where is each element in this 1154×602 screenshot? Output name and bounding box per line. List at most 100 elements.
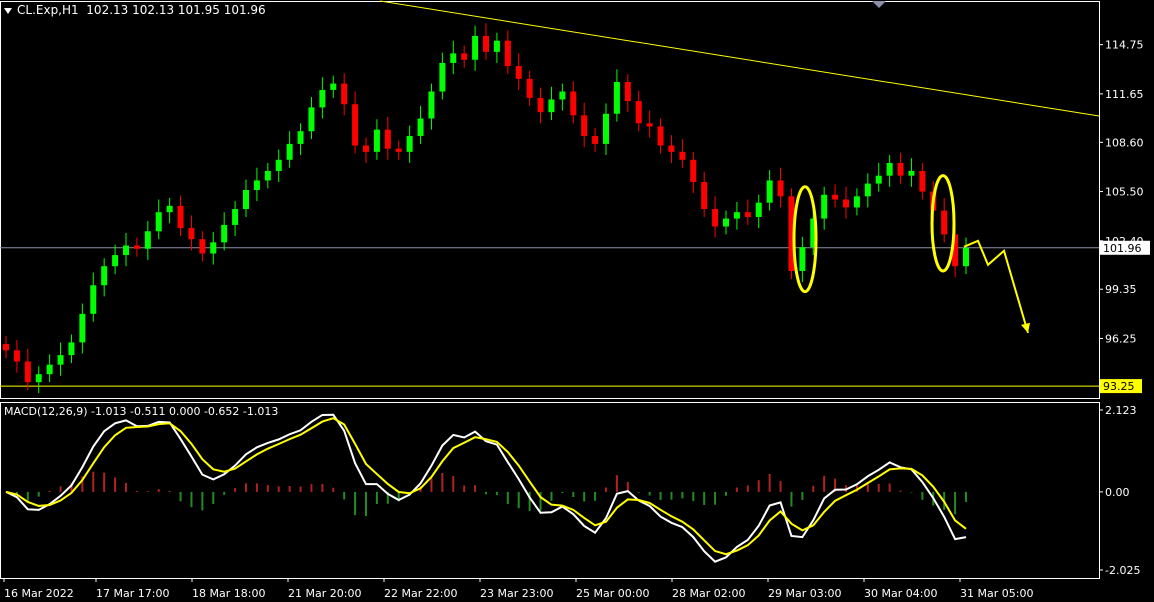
bull-candle — [417, 118, 424, 136]
bull-candle — [766, 180, 773, 203]
bear-candle — [188, 228, 195, 240]
price-tick-label: 108.60 — [1105, 136, 1144, 149]
bull-candle — [79, 313, 86, 343]
bear-candle — [897, 162, 904, 176]
price-tick-label: 99.35 — [1105, 283, 1137, 296]
bull-candle — [373, 129, 380, 152]
bear-candle — [395, 148, 402, 152]
bull-candle — [963, 247, 969, 267]
bull-candle — [853, 196, 860, 208]
bull-candle — [144, 231, 151, 249]
bear-candle — [504, 40, 511, 67]
bull-candle — [472, 35, 479, 60]
bear-candle — [668, 145, 675, 152]
bull-candle — [723, 218, 729, 227]
bull-candle — [821, 194, 828, 219]
bull-candle — [755, 202, 762, 217]
bull-candle — [46, 364, 53, 375]
bull-candle — [68, 342, 75, 356]
bear-candle — [679, 151, 686, 160]
bear-candle — [24, 361, 31, 383]
bull-candle — [886, 162, 893, 176]
bull-candle — [308, 107, 315, 132]
bear-candle — [843, 199, 849, 208]
current-price-label: 101.96 — [1103, 242, 1142, 255]
bear-candle — [624, 81, 631, 102]
bear-candle — [177, 205, 184, 229]
x-tick-label: 29 Mar 03:00 — [768, 587, 841, 600]
bull-candle — [57, 355, 64, 365]
bear-candle — [581, 115, 588, 136]
bear-candle — [461, 53, 468, 60]
dropdown-triangle-icon[interactable] — [4, 7, 12, 14]
ohlc-label: 102.13 102.13 101.95 101.96 — [86, 3, 266, 17]
macd-title: MACD(12,26,9) -1.013 -0.511 0.000 -0.652… — [4, 405, 279, 418]
bear-candle — [352, 104, 359, 146]
x-tick-label: 28 Mar 02:00 — [672, 587, 745, 600]
price-tick-label: 114.75 — [1105, 39, 1144, 52]
bull-candle — [243, 189, 249, 210]
bear-candle — [657, 126, 664, 146]
bear-candle — [712, 209, 719, 227]
x-tick-label: 17 Mar 17:00 — [96, 587, 169, 600]
macd-tick-label: 2.123 — [1105, 404, 1137, 417]
bull-candle — [450, 53, 457, 63]
bear-candle — [744, 212, 751, 217]
bear-candle — [3, 344, 9, 351]
x-tick-label: 31 Mar 05:00 — [960, 587, 1033, 600]
bear-candle — [646, 123, 653, 127]
chart-window[interactable]: 114.75111.65108.60105.50102.4099.3596.25… — [0, 0, 1154, 602]
bull-candle — [166, 205, 173, 213]
x-tick-label: 22 Mar 22:00 — [384, 587, 457, 600]
bear-candle — [635, 101, 642, 124]
bear-candle — [690, 159, 697, 183]
bull-candle — [112, 255, 119, 267]
bear-candle — [515, 66, 522, 79]
macd-main-line — [5, 413, 967, 563]
bear-candle — [941, 210, 948, 235]
bull-candle — [264, 170, 271, 181]
bull-candle — [286, 143, 293, 160]
x-tick-label: 23 Mar 23:00 — [480, 587, 553, 600]
macd-panel-frame — [0, 402, 1100, 579]
bear-candle — [777, 180, 784, 197]
macd-tick-label: 0.00 — [1105, 486, 1130, 499]
x-tick-label: 16 Mar 2022 — [4, 587, 74, 600]
bull-candle — [406, 135, 413, 152]
bull-candle — [319, 89, 326, 108]
bear-candle — [832, 194, 839, 200]
macd-signal-line — [5, 417, 967, 556]
bull-candle — [428, 91, 435, 119]
bear-candle — [384, 129, 391, 149]
bear-candle — [919, 170, 926, 192]
bull-candle — [548, 99, 555, 113]
bull-candle — [330, 83, 337, 90]
bear-candle — [133, 245, 140, 249]
x-tick-label: 18 Mar 18:00 — [192, 587, 265, 600]
bull-candle — [221, 224, 228, 243]
forecast-arrow-head — [1021, 322, 1030, 333]
bull-candle — [559, 91, 566, 100]
x-tick-label: 30 Mar 04:00 — [864, 587, 937, 600]
bull-candle — [613, 81, 620, 114]
bull-candle — [799, 247, 806, 271]
bull-candle — [864, 183, 871, 197]
bull-candle — [210, 242, 217, 254]
bear-candle — [537, 97, 544, 113]
bear-candle — [570, 91, 577, 116]
chart-canvas[interactable]: 114.75111.65108.60105.50102.4099.3596.25… — [0, 0, 1154, 602]
price-tick-label: 111.65 — [1105, 88, 1144, 101]
price-tick-label: 96.25 — [1105, 332, 1137, 345]
bear-candle — [363, 145, 369, 152]
bull-candle — [439, 62, 446, 92]
chart-title: CL.Exp,H1 102.13 102.13 101.95 101.96 — [4, 3, 266, 17]
bull-candle — [733, 212, 740, 219]
bull-candle — [101, 266, 108, 286]
macd-tick-label: -2.025 — [1105, 564, 1140, 577]
bull-candle — [603, 113, 609, 144]
bear-candle — [592, 135, 599, 144]
bull-candle — [232, 209, 239, 225]
price-tick-label: 105.50 — [1105, 186, 1144, 199]
bull-candle — [253, 180, 260, 190]
bull-candle — [155, 212, 162, 232]
